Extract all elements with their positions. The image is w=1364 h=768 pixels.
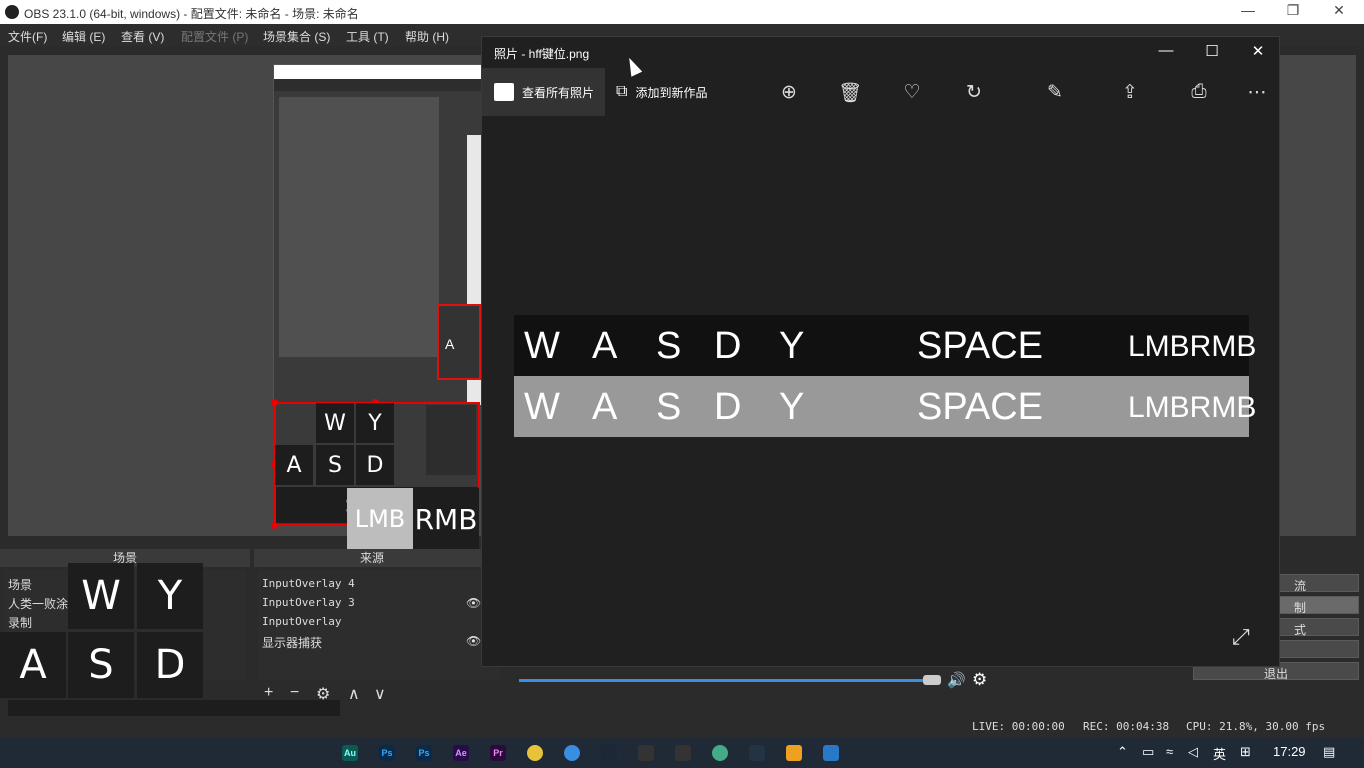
restore-icon[interactable]: ❐ [1278, 2, 1308, 19]
overlay-key-w: W [316, 403, 354, 443]
obs-window-title: OBS 23.1.0 (64-bit, windows) - 配置文件: 未命名… [24, 7, 359, 21]
overlay-key-lmb: LMB [347, 488, 413, 550]
menu-scene-collection[interactable]: 场景集合 (S) [263, 28, 330, 45]
messenger-icon[interactable] [564, 745, 580, 761]
grid-icon[interactable]: ⊞ [1240, 744, 1251, 760]
rotate-icon[interactable]: ↻ [961, 81, 987, 104]
expand-icon[interactable]: ⤢ [1232, 624, 1250, 650]
volume-slider[interactable] [519, 679, 931, 682]
menu-help[interactable]: 帮助 (H) [405, 28, 449, 45]
overlay-key-d: D [356, 445, 394, 485]
obs-logo-icon [5, 5, 19, 19]
rec-time: REC: 00:04:38 [1083, 720, 1170, 733]
overlay-key-rmb: RMB [413, 488, 479, 550]
share-icon[interactable]: ⇪ [1117, 81, 1143, 104]
vscode-icon[interactable] [749, 745, 765, 761]
source-item[interactable]: 显示器捕获 [262, 634, 322, 651]
overlay-key-a: A [275, 445, 313, 485]
print-icon[interactable]: ⎙ [1186, 81, 1212, 103]
overlay-large-key-d: D [137, 632, 203, 698]
app-icon[interactable] [712, 745, 728, 761]
taskbar-after-effects[interactable]: Ae [453, 745, 469, 761]
ime-indicator[interactable]: 英 [1213, 744, 1226, 763]
sublime-icon[interactable] [786, 745, 802, 761]
clock[interactable]: 17:29 [1273, 744, 1306, 759]
more-icon[interactable]: ⋯ [1244, 81, 1270, 104]
app-icon[interactable] [675, 745, 691, 761]
scene-item[interactable]: 录制 [8, 614, 32, 631]
overlay-large-key-s: S [68, 632, 134, 698]
add-to-icon: ⧉ [616, 83, 628, 100]
menu-edit[interactable]: 编辑 (E) [62, 28, 105, 45]
view-all-photos-button[interactable]: 查看所有照片 [482, 68, 605, 116]
cpu-fps: CPU: 21.8%, 30.00 fps [1186, 720, 1326, 733]
close-icon[interactable]: ✕ [1324, 2, 1354, 19]
overlay-key-s: S [316, 445, 354, 485]
nested-mini-overlay: A [437, 304, 481, 380]
menu-file[interactable]: 文件(F) [8, 28, 47, 45]
scene-item[interactable]: 人类一败涂 [8, 595, 68, 612]
source-item[interactable]: InputOverlay [262, 615, 341, 628]
image-row-bottom: W A S D Y SPACE LMBRMB [514, 376, 1256, 437]
image-row-top: W A S D Y SPACE LMBRMB [514, 315, 1256, 376]
obs-titlebar: OBS 23.1.0 (64-bit, windows) - 配置文件: 未命名… [0, 0, 1364, 24]
eye-icon[interactable]: 👁 [466, 596, 481, 610]
live-time: LIVE: 00:00:00 [972, 720, 1065, 733]
app-icon[interactable] [638, 745, 654, 761]
nested-mini-key: A [445, 336, 455, 352]
maximize-icon[interactable]: ☐ [1197, 42, 1227, 60]
move-down-icon[interactable]: ∨ [374, 684, 386, 704]
move-up-icon[interactable]: ∧ [348, 684, 360, 704]
source-item[interactable]: InputOverlay 4 [262, 577, 355, 590]
edit-icon[interactable]: ✎ [1042, 81, 1068, 104]
photos-icon[interactable] [823, 745, 839, 761]
taskbar-photoshop[interactable]: Ps [379, 745, 395, 761]
nested-sources-panel [426, 405, 476, 475]
overlay-large-key-y: Y [137, 563, 203, 629]
zoom-in-icon[interactable]: ⊕ [776, 81, 802, 104]
chevron-up-icon[interactable]: ⌃ [1117, 744, 1128, 760]
chrome-icon[interactable] [527, 745, 543, 761]
overlay-large-key-w: W [68, 563, 134, 629]
photos-window: 照片 - hff键位.png — ☐ ✕ 查看所有照片 ⧉ 添加到新作品 ⊕ 🗑… [481, 36, 1280, 667]
eye-icon[interactable]: 👁 [466, 634, 481, 648]
overlay-large-key-a: A [0, 632, 66, 698]
taskbar-audition[interactable]: Au [342, 745, 358, 761]
resize-handle[interactable] [271, 522, 278, 529]
menu-tools[interactable]: 工具 (T) [346, 28, 389, 45]
wifi-icon[interactable]: ≈ [1166, 744, 1173, 759]
close-icon[interactable]: ✕ [1243, 42, 1273, 60]
delete-icon[interactable]: 🗑 [837, 81, 863, 105]
menu-profile[interactable]: 配置文件 (P) [181, 28, 248, 45]
gear-icon[interactable]: ⚙ [972, 670, 987, 690]
source-item[interactable]: InputOverlay 3 [262, 596, 355, 609]
notification-icon[interactable]: ▤ [1323, 744, 1335, 760]
taskbar-premiere[interactable]: Pr [490, 745, 506, 761]
battery-icon[interactable]: ▭ [1142, 744, 1154, 760]
photos-window-title: 照片 - hff键位.png [494, 47, 590, 61]
minimize-icon[interactable]: — [1151, 42, 1181, 59]
steam-icon[interactable] [601, 745, 617, 761]
image-icon [494, 83, 514, 101]
taskbar-photoshop[interactable]: Ps [416, 745, 432, 761]
volume-slider-knob[interactable] [923, 675, 941, 685]
overlay-key-y: Y [356, 403, 394, 443]
volume-icon[interactable]: ◁ [1188, 744, 1198, 760]
resize-handle[interactable] [271, 399, 278, 406]
sources-dock-header: 来源 [254, 549, 490, 567]
minimize-icon[interactable]: — [1233, 2, 1263, 18]
speaker-icon[interactable]: 🔊 [947, 671, 966, 689]
scene-item[interactable]: 场景 [8, 576, 32, 593]
favorite-icon[interactable]: ♡ [899, 81, 925, 104]
status-bar: LIVE: 00:00:00 REC: 00:04:38 CPU: 21.8%,… [0, 716, 1364, 738]
menu-view[interactable]: 查看 (V) [121, 28, 164, 45]
